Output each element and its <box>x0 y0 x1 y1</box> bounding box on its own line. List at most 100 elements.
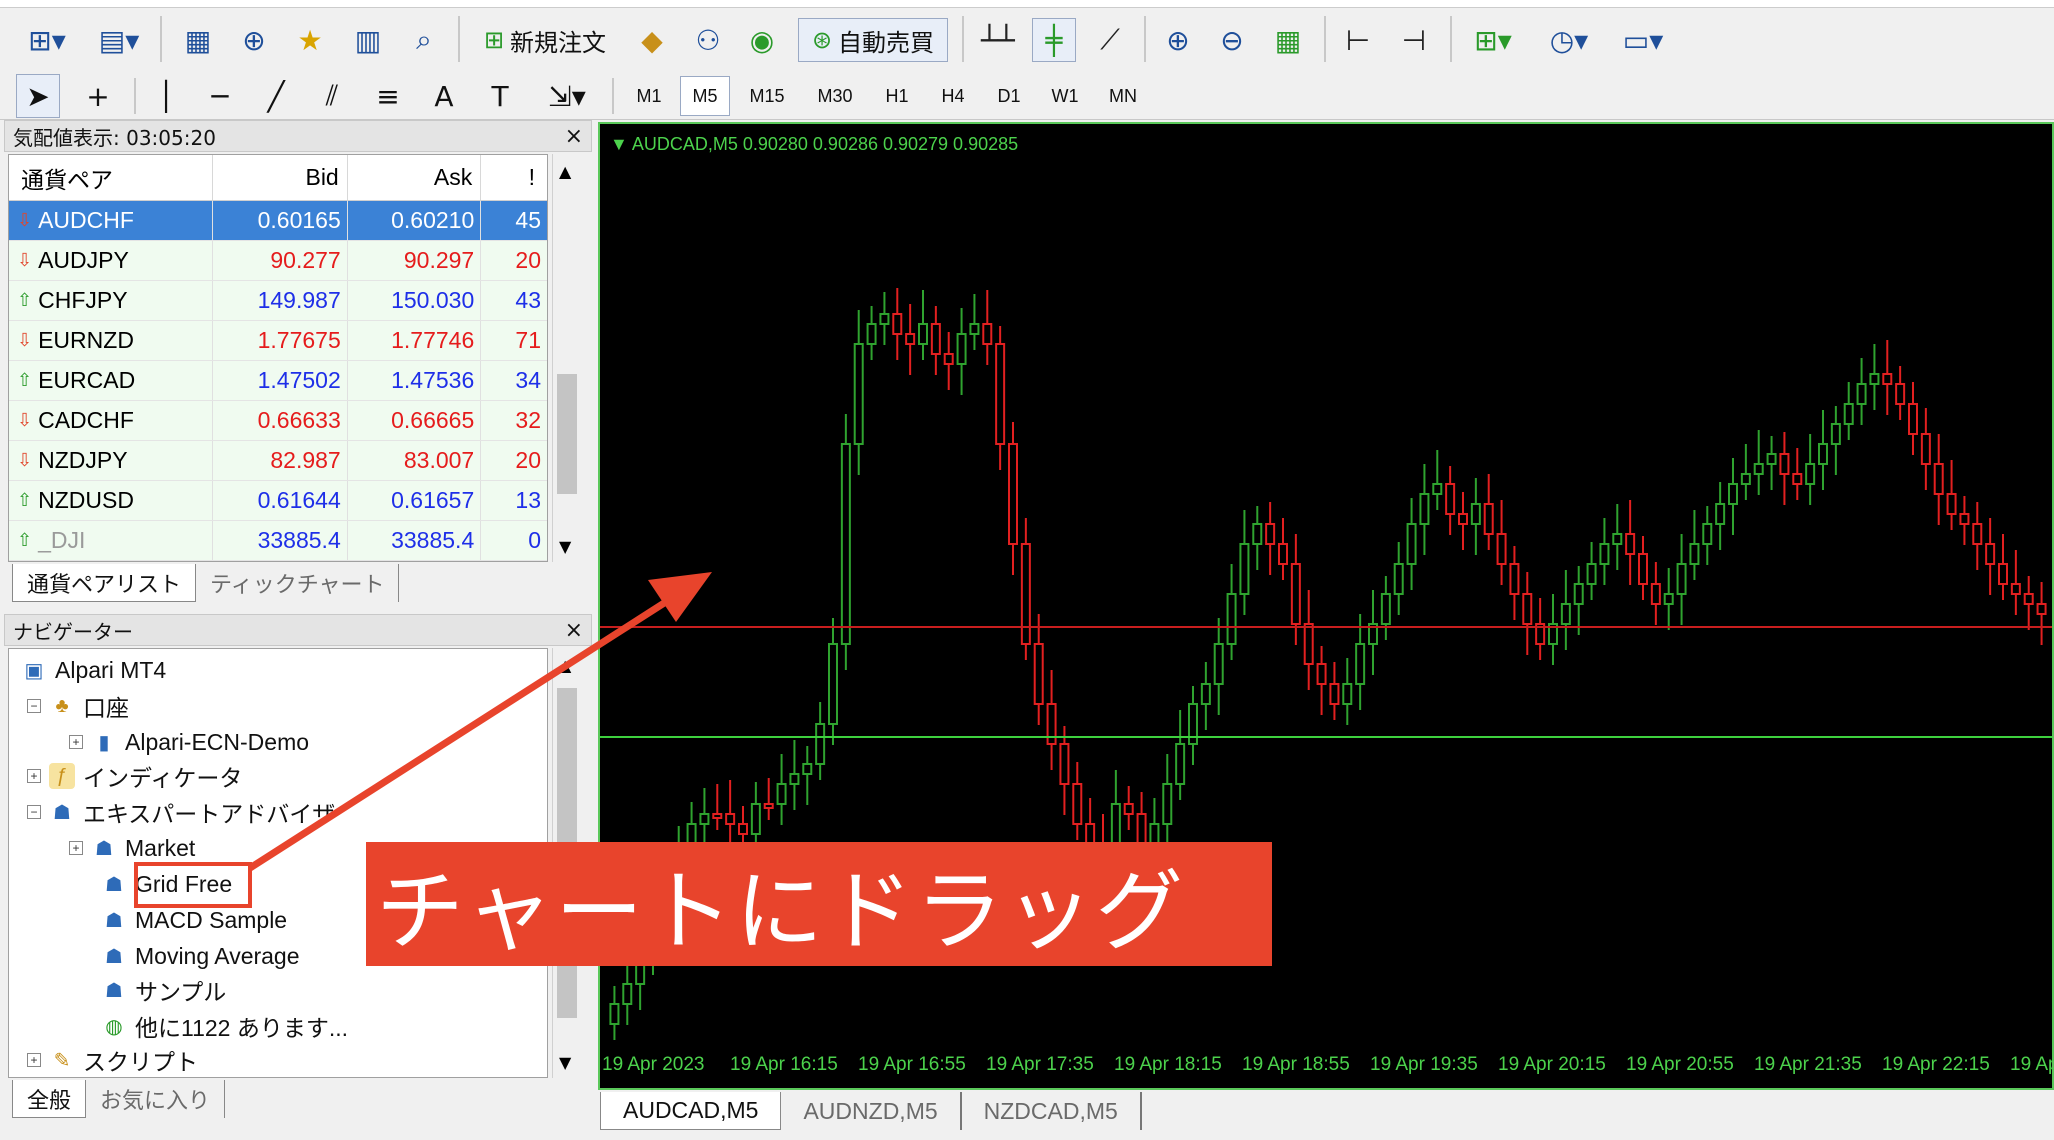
zoom-out-icon[interactable]: ⊖ <box>1210 18 1254 62</box>
channel-icon[interactable]: ⫽ <box>310 74 354 118</box>
periods-clock-icon[interactable]: ◷▾ <box>1538 18 1600 62</box>
close-icon[interactable]: × <box>565 124 583 149</box>
collapse-icon[interactable]: − <box>27 699 41 713</box>
profiles-icon[interactable]: ▤▾ <box>88 18 150 62</box>
indicators-menu-icon[interactable]: ⊞▾ <box>1462 18 1524 62</box>
expand-icon[interactable]: + <box>27 769 41 783</box>
navigator-tabs: 全般 お気に入り <box>12 1080 226 1118</box>
bear-candle <box>1033 643 1044 705</box>
navigator-icon[interactable]: ▥ <box>346 18 390 62</box>
tab-favorites[interactable]: お気に入り <box>86 1080 226 1118</box>
signals-icon[interactable]: ⚇ <box>686 18 730 62</box>
collapse-icon[interactable]: − <box>27 805 41 819</box>
tab-tick-chart[interactable]: ティックチャート <box>196 564 400 602</box>
tree-item-scripts[interactable]: + ✎ スクリプト <box>27 1043 198 1077</box>
favorites-icon[interactable]: ★ <box>288 18 332 62</box>
text-label-icon[interactable]: T <box>478 74 522 118</box>
expand-icon[interactable]: + <box>27 1053 41 1067</box>
tile-windows-icon[interactable]: ▦ <box>1266 18 1310 62</box>
templates-icon[interactable]: ▭▾ <box>1612 18 1674 62</box>
bar-chart-icon[interactable]: ┴┴ <box>976 18 1020 62</box>
bear-candle <box>1998 563 2008 585</box>
tree-item-more[interactable]: ◍ 他に1122 あります... <box>101 1009 348 1043</box>
column-header-bid[interactable]: Bid <box>213 155 348 200</box>
text-tool-icon[interactable]: A <box>422 74 466 118</box>
chart-tab-nzdcad[interactable]: NZDCAD,M5 <box>962 1092 1142 1130</box>
tree-item-account[interactable]: + ▮ Alpari-ECN-Demo <box>69 725 309 759</box>
table-row[interactable]: ⇩ NZDJPY 82.987 83.007 20 <box>9 441 547 481</box>
timeframe-d1-button[interactable]: D1 <box>984 76 1034 116</box>
close-icon[interactable]: × <box>565 618 583 643</box>
timeframe-w1-button[interactable]: W1 <box>1040 76 1090 116</box>
candlestick-icon[interactable]: ╪ <box>1032 18 1076 62</box>
timeframe-m1-button[interactable]: M1 <box>624 76 674 116</box>
trendline-icon[interactable]: ╱ <box>254 74 298 118</box>
gold-bar-icon[interactable]: ◆ <box>630 18 674 62</box>
tab-symbols[interactable]: 通貨ペアリスト <box>12 564 197 602</box>
scroll-down-icon[interactable]: ▼ <box>559 537 571 556</box>
radio-icon[interactable]: ◉ <box>740 18 784 62</box>
column-header-ask[interactable]: Ask <box>348 155 482 200</box>
tree-item-root[interactable]: ▣ Alpari MT4 <box>21 653 167 687</box>
table-row[interactable]: ⇩ AUDCHF 0.60165 0.60210 45 <box>9 201 547 241</box>
chart-collapse-icon[interactable]: ▼ <box>610 134 628 154</box>
market-watch-scrollbar[interactable]: ▲ ▼ <box>552 154 580 562</box>
expert-hat-icon: ☗ <box>105 909 123 932</box>
crosshair-icon[interactable]: + <box>76 74 120 118</box>
crosshair-target-icon[interactable]: ⊕ <box>232 18 276 62</box>
column-header-symbol[interactable]: 通貨ペア <box>9 155 214 200</box>
timeframe-h1-button[interactable]: H1 <box>872 76 922 116</box>
tree-item-indicators[interactable]: + ƒ インディケータ <box>27 759 242 793</box>
timeframe-m15-button[interactable]: M15 <box>736 76 798 116</box>
cursor-icon[interactable]: ➤ <box>16 74 60 118</box>
scroll-up-icon[interactable]: ▲ <box>559 162 571 181</box>
tree-item-experts[interactable]: − ☗ エキスパートアドバイザ <box>27 795 335 829</box>
fibonacci-icon[interactable]: ≡ <box>366 74 410 118</box>
line-chart-icon[interactable]: ⟋ <box>1088 18 1132 62</box>
horizontal-line-icon[interactable]: ─ <box>198 74 242 118</box>
tester-icon[interactable]: ⌕ <box>402 18 446 62</box>
scroll-up-icon[interactable]: ▲ <box>559 656 571 675</box>
column-header-spread[interactable]: ! <box>481 155 547 200</box>
new-order-button[interactable]: ⊞ 新規注文 <box>474 18 616 62</box>
table-row[interactable]: ⇩ EURNZD 1.77675 1.77746 71 <box>9 321 547 361</box>
chart-tab-audnzd[interactable]: AUDNZD,M5 <box>781 1092 962 1130</box>
bull-candle <box>1432 483 1443 495</box>
chart-shift-icon[interactable]: ⊢ <box>1336 18 1380 62</box>
symbol-cell: ⇩ AUDCHF <box>9 201 214 240</box>
tree-item-macd-sample[interactable]: ☗ MACD Sample <box>101 903 287 937</box>
tree-item-moving-average[interactable]: ☗ Moving Average <box>101 939 300 973</box>
timeframe-h4-button[interactable]: H4 <box>928 76 978 116</box>
table-row[interactable]: ⇩ CADCHF 0.66633 0.66665 32 <box>9 401 547 441</box>
chart-tab-audcad[interactable]: AUDCAD,M5 <box>600 1092 782 1130</box>
tree-item-sample[interactable]: ☗ サンプル <box>101 973 226 1007</box>
tree-item-label: Moving Average <box>135 942 300 969</box>
bear-candle <box>1316 663 1327 685</box>
timeframe-mn-button[interactable]: MN <box>1096 76 1150 116</box>
tree-item-accounts[interactable]: − ♣ 口座 <box>27 689 129 723</box>
new-chart-icon[interactable]: ⊞▾ <box>18 18 76 62</box>
vertical-line-icon[interactable]: │ <box>144 74 188 118</box>
arrows-menu-icon[interactable]: ⇲▾ <box>536 74 598 118</box>
tree-item-market[interactable]: + ☗ Market <box>69 831 195 865</box>
bull-candle <box>969 323 980 335</box>
table-row[interactable]: ⇧ EURCAD 1.47502 1.47536 34 <box>9 361 547 401</box>
autoscroll-icon[interactable]: ⊣ <box>1392 18 1436 62</box>
zoom-in-icon[interactable]: ⊕ <box>1156 18 1200 62</box>
table-row[interactable]: ⇧ NZDUSD 0.61644 0.61657 13 <box>9 481 547 521</box>
expand-icon[interactable]: + <box>69 841 83 855</box>
table-row[interactable]: ⇩ AUDJPY 90.277 90.297 20 <box>9 241 547 281</box>
timeframe-m5-button[interactable]: M5 <box>680 76 730 116</box>
chart-window-icon[interactable]: ▦ <box>176 18 220 62</box>
table-row[interactable]: ⇧ _DJI 33885.4 33885.4 0 <box>9 521 547 561</box>
scroll-down-icon[interactable]: ▼ <box>559 1053 571 1072</box>
symbol-cell: ⇧ CHFJPY <box>9 281 214 320</box>
expand-icon[interactable]: + <box>69 735 83 749</box>
scroll-thumb[interactable] <box>557 374 577 494</box>
auto-trade-button[interactable]: ⊛ 自動売買 <box>798 18 948 62</box>
timeframe-m30-button[interactable]: M30 <box>804 76 866 116</box>
tab-common[interactable]: 全般 <box>12 1080 87 1118</box>
spread-cell: 20 <box>515 447 541 473</box>
expert-hat-icon: ☗ <box>53 801 71 824</box>
table-row[interactable]: ⇧ CHFJPY 149.987 150.030 43 <box>9 281 547 321</box>
